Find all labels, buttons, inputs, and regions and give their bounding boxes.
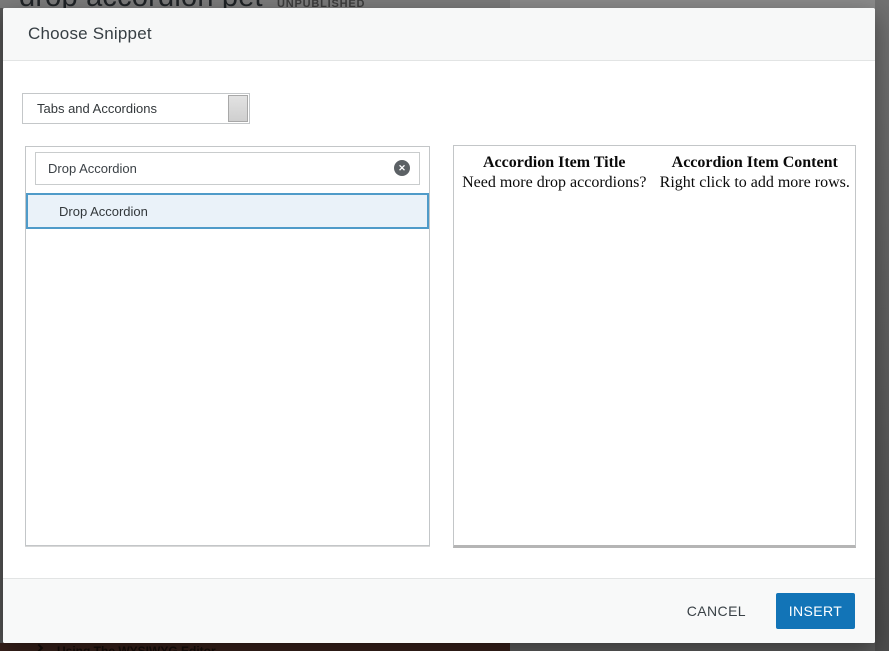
clear-search-icon[interactable]: ✕ — [394, 160, 410, 176]
snippet-search-input[interactable] — [35, 152, 420, 185]
dropdown-button[interactable] — [228, 95, 248, 122]
dialog-header: Choose Snippet — [3, 8, 875, 61]
list-item-label: Drop Accordion — [59, 204, 148, 219]
preview-data-row: Need more drop accordions? Right click t… — [454, 173, 855, 193]
page-header-strip: drop accordion pet UNPUBLISHED — [0, 0, 875, 8]
preview-header-content: Accordion Item Content — [655, 153, 856, 173]
search-field-wrapper: ✕ — [35, 152, 420, 185]
chevron-right-icon — [35, 644, 43, 651]
sidebar-item-wysiwyg-editor: Using The WYSIWYG Editor — [57, 644, 216, 651]
snippet-list-panel: ✕ Drop Accordion — [25, 146, 430, 546]
accordion-preview-table: Accordion Item Title Accordion Item Cont… — [454, 153, 855, 193]
snippet-preview-panel: Accordion Item Title Accordion Item Cont… — [453, 145, 856, 548]
insert-button[interactable]: INSERT — [776, 593, 855, 629]
preview-header-row: Accordion Item Title Accordion Item Cont… — [454, 153, 855, 173]
preview-header-title: Accordion Item Title — [454, 153, 655, 173]
backdrop-right-strip — [875, 0, 889, 651]
preview-cell-content: Right click to add more rows. — [655, 173, 856, 193]
dialog-title: Choose Snippet — [28, 24, 152, 44]
snippet-category-select[interactable]: Tabs and Accordions — [22, 93, 250, 124]
choose-snippet-dialog: Choose Snippet Tabs and Accordions ✕ Dro… — [3, 8, 875, 643]
preview-cell-title: Need more drop accordions? — [454, 173, 655, 193]
selected-category-label: Tabs and Accordions — [23, 101, 228, 116]
snippet-results-list: Drop Accordion — [26, 193, 429, 229]
page-bottom-strip: Using The WYSIWYG Editor — [0, 643, 875, 651]
list-item-drop-accordion[interactable]: Drop Accordion — [26, 193, 429, 229]
dialog-footer: CANCEL INSERT — [3, 578, 875, 643]
page-title: drop accordion pet — [19, 0, 263, 8]
unpublished-status-badge: UNPUBLISHED — [277, 0, 365, 8]
cancel-button[interactable]: CANCEL — [681, 595, 752, 627]
